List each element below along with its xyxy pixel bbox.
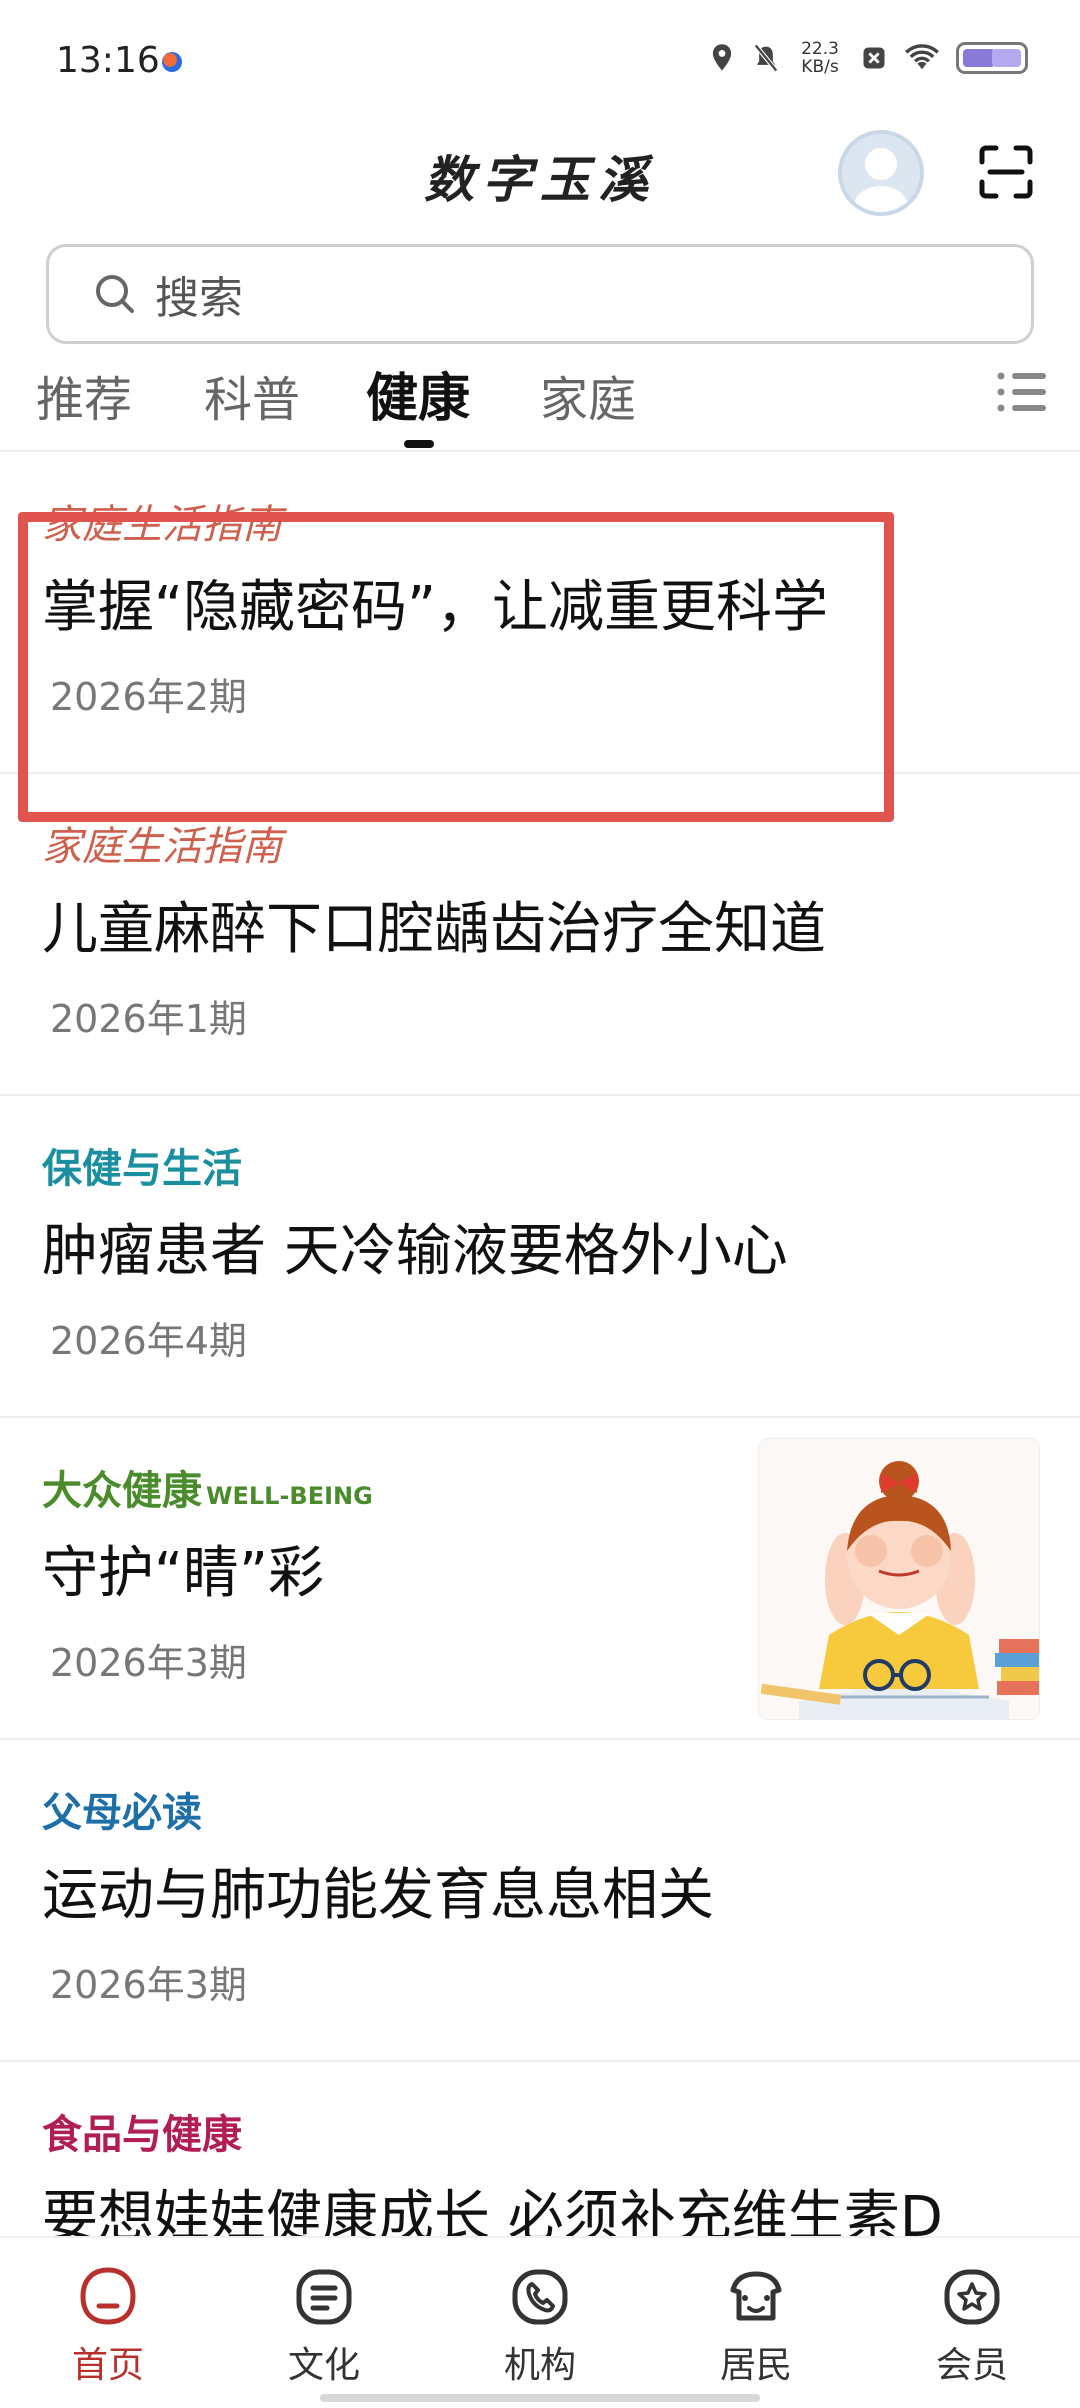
article-source: 父母必读 [42,1790,202,1836]
article-title: 儿童麻醉下口腔龋齿治疗全知道 [42,897,826,962]
home-icon [80,2267,136,2325]
nav-label-institution: 机构 [503,2345,576,2386]
article-issue: 2026年3期 [50,1641,247,1685]
avatar[interactable] [838,130,924,216]
status-time: 13:16 [56,40,160,81]
article-issue: 2026年1期 [50,997,247,1041]
active-tab-indicator [404,440,434,448]
article-title: 守护“睛”彩 [42,1541,325,1606]
list-item[interactable]: 父母必读 运动与肺功能发育息息相关 2026年3期 [0,1740,1080,2062]
location-icon [712,44,732,71]
nav-item-culture[interactable]: 文化 [254,2264,394,2388]
nav-item-resident[interactable]: 居民 [686,2264,826,2388]
article-source: 食品与健康 [42,2112,242,2158]
article-source: 保健与生活 [42,1146,242,1192]
search-input[interactable]: 搜索 [46,244,1034,344]
resident-icon [730,2271,782,2321]
tab-menu-icon[interactable] [996,368,1048,416]
phone-icon [512,2269,568,2325]
close-box-icon [863,47,885,69]
article-issue: 2026年3期 [50,1963,247,2007]
article-thumbnail [758,1438,1040,1720]
wifi-icon [905,44,939,70]
article-issue: 2026年2期 [50,675,247,719]
network-speed-unit: KB/s [801,57,839,77]
girl-illustration-icon [759,1439,1039,1719]
user-avatar-icon [853,148,909,212]
status-bar: 13:16 22.3 KB/s [0,0,1080,120]
nav-item-member[interactable]: 会员 [902,2264,1042,2388]
article-source-name: 大众健康 [42,1468,202,1514]
tab-recommend[interactable]: 推荐 [36,360,132,430]
nav-item-home[interactable]: 首页 [38,2264,178,2388]
article-source: 家庭生活指南 [42,824,282,870]
tab-science[interactable]: 科普 [204,360,300,430]
culture-icon [296,2269,352,2325]
network-speed-value: 22.3 [801,39,839,59]
article-source: 家庭生活指南 [42,502,282,548]
search-icon [96,275,134,313]
category-tabs: 推荐 科普 健康 家庭 [0,360,1080,450]
article-title: 运动与肺功能发育息息相关 [42,1863,714,1928]
nav-label-resident: 居民 [719,2345,792,2386]
mute-bell-icon [753,43,779,73]
status-icons: 22.3 KB/s [708,40,1028,76]
tab-family[interactable]: 家庭 [540,360,636,430]
nav-label-home: 首页 [71,2345,144,2386]
search-placeholder: 搜索 [155,273,243,324]
article-source-sub: WELL-BEING [206,1482,373,1510]
home-indicator[interactable] [320,2394,760,2402]
article-issue: 2026年4期 [50,1319,247,1363]
article-title: 掌握“隐藏密码”，让减重更科学 [42,575,829,640]
list-item[interactable]: 家庭生活指南 掌握“隐藏密码”，让减重更科学 2026年2期 [0,452,1080,774]
bottom-nav: 首页 文化 机构 居民 会员 [0,2236,1080,2408]
app-screen: 13:16 22.3 KB/s 数字玉溪 搜索 推荐 科普 健康 家庭 家庭生活… [0,0,1080,2408]
list-item[interactable]: 家庭生活指南 儿童麻醉下口腔龋齿治疗全知道 2026年1期 [0,774,1080,1096]
notification-app-icon [162,52,182,72]
network-speed: 22.3 KB/s [796,40,844,76]
list-item[interactable]: 保健与生活 肿瘤患者 天冷输液要格外小心 2026年4期 [0,1096,1080,1418]
article-source: 大众健康 WELL-BEING [42,1458,373,1516]
member-icon [944,2269,1000,2325]
list-item[interactable]: 大众健康 WELL-BEING 守护“睛”彩 2026年3期 [0,1418,1080,1740]
nav-label-member: 会员 [935,2345,1008,2386]
battery-icon [956,42,1028,74]
tab-health[interactable]: 健康 [366,356,470,431]
scan-icon[interactable] [978,144,1034,200]
article-title: 肿瘤患者 天冷输液要格外小心 [42,1219,788,1284]
nav-item-institution[interactable]: 机构 [470,2264,610,2388]
nav-label-culture: 文化 [287,2345,360,2386]
